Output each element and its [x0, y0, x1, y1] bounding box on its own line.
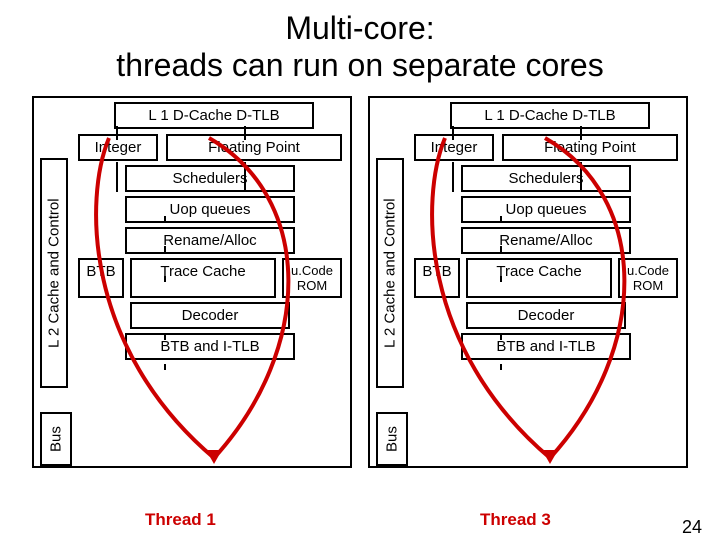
bus-label: Bus — [40, 412, 72, 466]
integer-unit: Integer — [414, 134, 494, 161]
btb: BTB — [78, 258, 124, 298]
title-line-1: Multi-core: — [0, 10, 720, 47]
core-1: L 1 D-Cache D-TLB L 2 Cache and Control … — [368, 96, 688, 468]
decoder: Decoder — [466, 302, 626, 329]
rename-alloc: Rename/Alloc — [125, 227, 295, 254]
thread-3-label: Thread 3 — [480, 510, 551, 530]
trace-cache: Trace Cache — [466, 258, 612, 298]
l2-cache-label: L 2 Cache and Control — [376, 158, 404, 388]
btb: BTB — [414, 258, 460, 298]
uop-queues: Uop queues — [461, 196, 631, 223]
btb-itlb: BTB and I-TLB — [461, 333, 631, 360]
l2-cache-label: L 2 Cache and Control — [40, 158, 68, 388]
uop-queues: Uop queues — [125, 196, 295, 223]
page-number: 24 — [682, 517, 702, 538]
btb-itlb: BTB and I-TLB — [125, 333, 295, 360]
integer-unit: Integer — [78, 134, 158, 161]
rename-alloc: Rename/Alloc — [461, 227, 631, 254]
l1-dcache: L 1 D-Cache D-TLB — [114, 102, 314, 129]
title-line-2: threads can run on separate cores — [0, 47, 720, 84]
trace-cache: Trace Cache — [130, 258, 276, 298]
bus-label: Bus — [376, 412, 408, 466]
core-0: L 1 D-Cache D-TLB L 2 Cache and Control … — [32, 96, 352, 468]
decoder: Decoder — [130, 302, 290, 329]
ucode-rom: u.Code ROM — [282, 258, 342, 298]
fpoint-unit: Floating Point — [166, 134, 342, 161]
l1-dcache: L 1 D-Cache D-TLB — [450, 102, 650, 129]
fpoint-unit: Floating Point — [502, 134, 678, 161]
schedulers: Schedulers — [461, 165, 631, 192]
thread-1-label: Thread 1 — [145, 510, 216, 530]
schedulers: Schedulers — [125, 165, 295, 192]
ucode-rom: u.Code ROM — [618, 258, 678, 298]
